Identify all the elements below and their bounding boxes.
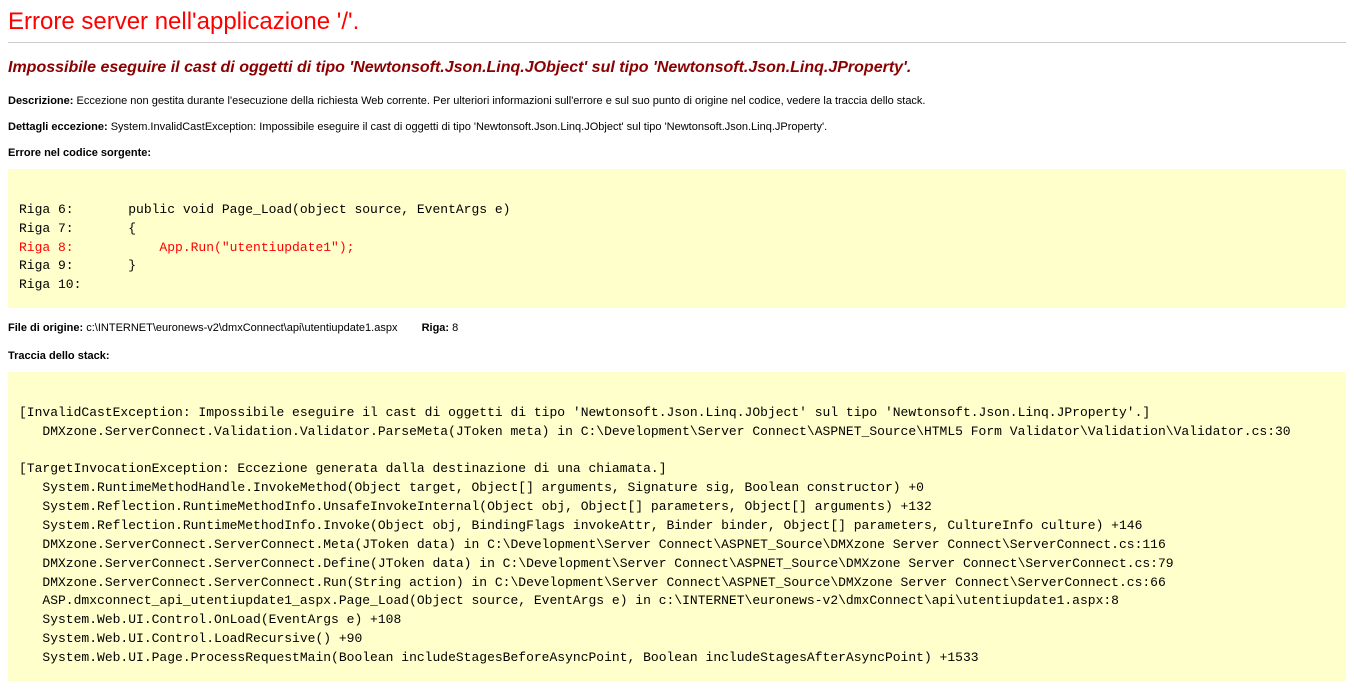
source-file-label: File di origine:	[8, 322, 83, 334]
divider	[8, 42, 1346, 43]
source-line-label: Riga:	[422, 322, 450, 334]
source-code-line: Riga 7: {	[19, 221, 136, 236]
exception-details-line: Dettagli eccezione: System.InvalidCastEx…	[8, 121, 1346, 133]
source-code-line: Riga 10:	[19, 277, 81, 292]
exception-details-label: Dettagli eccezione:	[8, 121, 108, 133]
exception-details-text: System.InvalidCastException: Impossibile…	[111, 121, 827, 133]
description-line: Descrizione: Eccezione non gestita duran…	[8, 95, 1346, 107]
source-line-value: 8	[452, 322, 458, 334]
source-file-value: c:\INTERNET\euronews-v2\dmxConnect\api\u…	[86, 322, 397, 334]
error-subtitle: Impossibile eseguire il cast di oggetti …	[8, 59, 1346, 77]
source-code-line: Riga 8: App.Run("utentiupdate1");	[19, 240, 354, 255]
page-title: Errore server nell'applicazione '/'.	[8, 8, 1346, 36]
source-code-block: Riga 6: public void Page_Load(object sou…	[8, 169, 1346, 308]
stack-trace-pre: [InvalidCastException: Impossibile esegu…	[19, 385, 1335, 668]
description-label: Descrizione:	[8, 95, 73, 107]
source-error-label: Errore nel codice sorgente:	[8, 147, 1346, 159]
stack-trace-label: Traccia dello stack:	[8, 350, 1346, 362]
source-code-pre: Riga 6: public void Page_Load(object sou…	[19, 182, 1335, 295]
source-code-line: Riga 6: public void Page_Load(object sou…	[19, 202, 510, 217]
description-text: Eccezione non gestita durante l'esecuzio…	[76, 95, 925, 107]
stack-trace-block: [InvalidCastException: Impossibile esegu…	[8, 372, 1346, 681]
source-file-line: File di origine: c:\INTERNET\euronews-v2…	[8, 322, 1346, 334]
source-code-line: Riga 9: }	[19, 258, 136, 273]
